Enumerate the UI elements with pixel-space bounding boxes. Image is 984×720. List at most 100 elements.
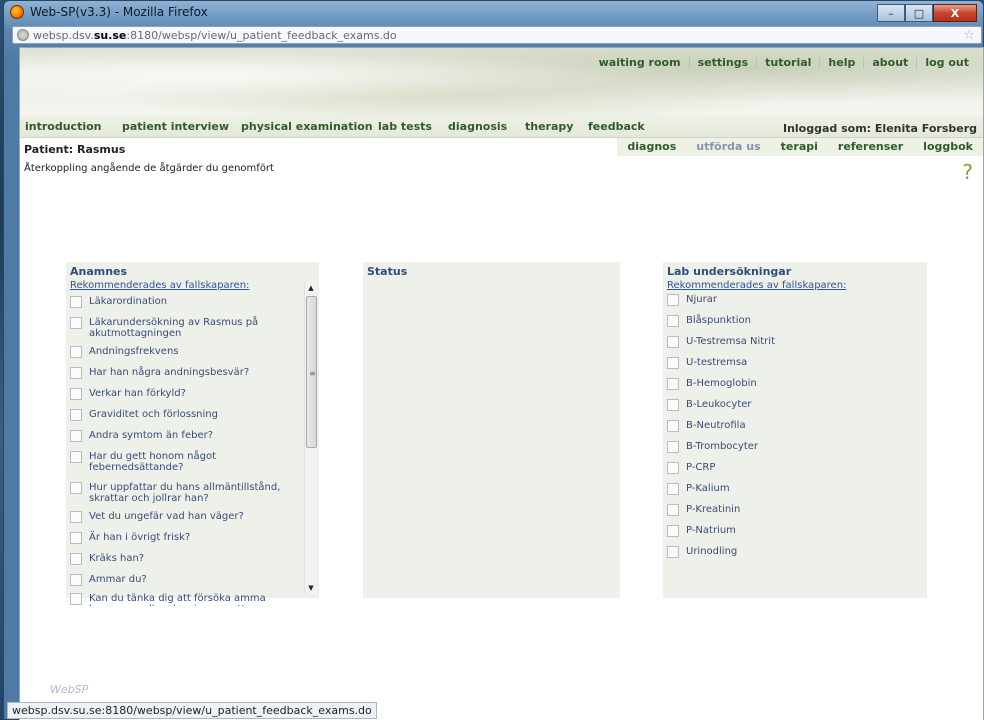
item-checkbox[interactable]	[70, 574, 82, 586]
item-label: Vet du ungefär vad han väger?	[89, 511, 244, 522]
lab-rec-link[interactable]: Rekommenderades av fallskaparen:	[667, 280, 927, 291]
maximize-button[interactable]: □	[905, 4, 933, 22]
item-checkbox[interactable]	[667, 441, 679, 453]
item-label: Läkarordination	[89, 296, 168, 307]
item-checkbox[interactable]	[70, 296, 82, 308]
item-label: Ammar du?	[89, 574, 147, 585]
anamnes-item: Andningsfrekvens	[70, 346, 298, 358]
close-button[interactable]: X	[933, 4, 977, 22]
nav-tab-patient-interview[interactable]: patient interview	[122, 120, 229, 133]
item-label: P-CRP	[686, 462, 716, 473]
item-label: Njurar	[686, 294, 717, 305]
item-checkbox[interactable]	[667, 483, 679, 495]
scroll-up-icon[interactable]: ▲	[305, 282, 317, 294]
item-checkbox[interactable]	[667, 357, 679, 369]
item-checkbox[interactable]	[70, 388, 82, 400]
item-checkbox[interactable]	[667, 336, 679, 348]
item-checkbox[interactable]	[70, 367, 82, 379]
scroll-down-icon[interactable]: ▼	[305, 582, 317, 594]
firefox-icon	[10, 5, 24, 19]
address-bar[interactable]: websp.dsv.su.se:8180/websp/view/u_patien…	[12, 26, 982, 44]
subtab-referenser[interactable]: referenser	[828, 138, 913, 156]
page-viewport: waiting room settings tutorial help about log…	[19, 47, 984, 720]
nav-tab-diagnosis[interactable]: diagnosis	[448, 120, 507, 133]
item-label: Verkar han förkyld?	[89, 388, 186, 399]
subtab-utförda-us[interactable]: utförda us	[686, 138, 770, 156]
item-label: B-Neutrofila	[686, 420, 746, 431]
anamnes-item: Graviditet och förlossning	[70, 409, 298, 421]
anamnes-item: Läkarundersökning av Rasmus på akutmotta…	[70, 317, 298, 339]
anamnes-item: Har han några andningsbesvär?	[70, 367, 298, 379]
scroll-thumb[interactable]: ≡	[306, 296, 317, 448]
item-checkbox[interactable]	[70, 346, 82, 358]
top-link-log-out[interactable]: log out	[917, 56, 977, 69]
item-label: Kräks han?	[89, 553, 145, 564]
help-question-icon[interactable]: ?	[962, 160, 973, 184]
item-checkbox[interactable]	[667, 462, 679, 474]
anamnes-scrollbar[interactable]: ▲ ≡ ▼	[304, 282, 317, 594]
site-identity-icon[interactable]	[17, 29, 29, 41]
item-checkbox[interactable]	[70, 593, 82, 605]
item-checkbox[interactable]	[667, 399, 679, 411]
item-checkbox[interactable]	[667, 525, 679, 537]
top-link-settings[interactable]: settings	[690, 56, 757, 69]
item-checkbox[interactable]	[667, 378, 679, 390]
lab-item: P-Kalium	[667, 483, 927, 495]
lab-panel: Lab undersökningar Rekommenderades av fa…	[663, 262, 927, 598]
item-label: B-Hemoglobin	[686, 378, 757, 389]
item-label: U-testremsa	[686, 357, 748, 368]
item-checkbox[interactable]	[70, 553, 82, 565]
lab-item: B-Neutrofila	[667, 420, 927, 432]
item-checkbox[interactable]	[667, 546, 679, 558]
lab-list: Njurar Blåspunktion U-Testremsa Nitrit U-te…	[663, 294, 927, 558]
item-checkbox[interactable]	[70, 317, 82, 329]
nav-tab-physical-examination[interactable]: physical examination	[241, 120, 373, 133]
sub-header: Patient: Rasmus diagnos utförda us terapi r…	[20, 138, 983, 158]
bookmark-star-icon[interactable]: ☆	[963, 28, 975, 43]
item-label: B-Trombocyter	[686, 441, 759, 452]
item-checkbox[interactable]	[667, 294, 679, 306]
address-text: websp.dsv.su.se:8180/websp/view/u_patien…	[33, 28, 397, 42]
patient-label: Patient: Rasmus	[24, 143, 126, 156]
subtab-diagnos[interactable]: diagnos	[617, 138, 686, 156]
anamnes-item: Hur uppfattar du hans allmäntillstånd, s…	[70, 482, 298, 504]
nav-tab-feedback[interactable]: feedback	[588, 120, 645, 133]
item-checkbox[interactable]	[667, 504, 679, 516]
anamnes-rec-link[interactable]: Rekommenderades av fallskaparen:	[70, 280, 319, 291]
top-links: waiting room settings tutorial help about log…	[591, 56, 977, 69]
title-bar[interactable]: Web-SP(v3.3) - Mozilla Firefox – □ X	[4, 1, 983, 23]
item-checkbox[interactable]	[667, 420, 679, 432]
item-label: Blåspunktion	[686, 315, 751, 326]
item-checkbox[interactable]	[667, 315, 679, 327]
top-link-about[interactable]: about	[864, 56, 916, 69]
lab-item: P-CRP	[667, 462, 927, 474]
item-checkbox[interactable]	[70, 451, 82, 463]
top-link-waiting-room[interactable]: waiting room	[591, 56, 689, 69]
lab-item: B-Hemoglobin	[667, 378, 927, 390]
item-label: U-Testremsa Nitrit	[686, 336, 775, 347]
lab-item: B-Trombocyter	[667, 441, 927, 453]
browser-window: Web-SP(v3.3) - Mozilla Firefox – □ X web…	[3, 0, 984, 720]
anamnes-item: Andra symtom än feber?	[70, 430, 298, 442]
item-label: P-Kreatinin	[686, 504, 741, 515]
item-label: B-Leukocyter	[686, 399, 752, 410]
top-link-tutorial[interactable]: tutorial	[757, 56, 819, 69]
item-label: Är han i övrigt frisk?	[89, 532, 191, 543]
item-checkbox[interactable]	[70, 532, 82, 544]
nav-tab-therapy[interactable]: therapy	[525, 120, 573, 133]
minimize-button[interactable]: –	[877, 4, 905, 22]
status-bar: websp.dsv.su.se:8180/websp/view/u_patien…	[7, 702, 377, 719]
item-checkbox[interactable]	[70, 409, 82, 421]
item-checkbox[interactable]	[70, 430, 82, 442]
subtab-terapi[interactable]: terapi	[771, 138, 828, 156]
main-nav: Inloggad som: Elenita Forsberg introduct…	[20, 116, 983, 138]
subtab-loggbok[interactable]: loggbok	[913, 138, 983, 156]
item-checkbox[interactable]	[70, 482, 82, 494]
anamnes-item: Ammar du?	[70, 574, 298, 586]
window-title: Web-SP(v3.3) - Mozilla Firefox	[30, 5, 208, 19]
nav-tab-lab-tests[interactable]: lab tests	[378, 120, 432, 133]
item-checkbox[interactable]	[70, 511, 82, 523]
nav-tab-introduction[interactable]: introduction	[25, 120, 101, 133]
top-link-help[interactable]: help	[820, 56, 863, 69]
item-label: P-Natrium	[686, 525, 736, 536]
